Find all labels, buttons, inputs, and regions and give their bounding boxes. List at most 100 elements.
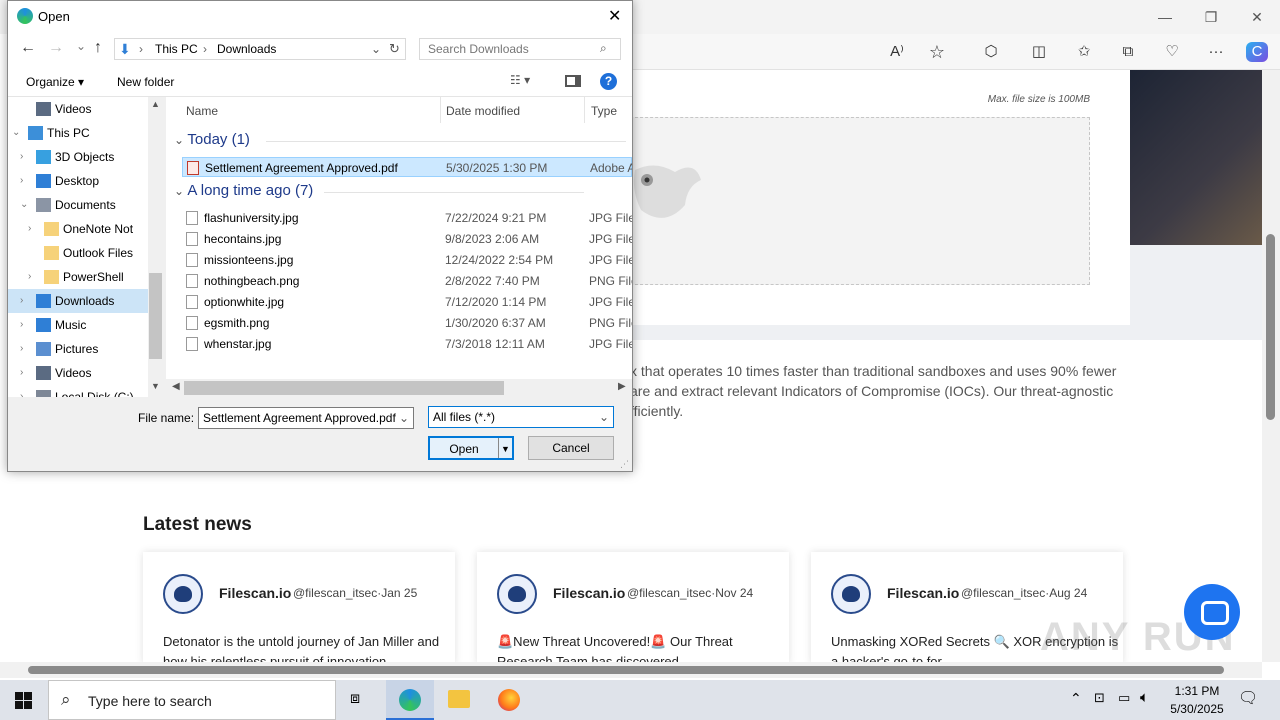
more-icon[interactable]: ··· bbox=[1205, 42, 1227, 62]
file-drop-zone[interactable] bbox=[630, 117, 1090, 285]
clock-date[interactable]: 5/30/2025 bbox=[1165, 702, 1229, 716]
expand-arrow-icon[interactable]: › bbox=[20, 313, 23, 337]
chevron-down-icon[interactable]: ⌄ bbox=[399, 408, 409, 428]
file-explorer-icon[interactable] bbox=[448, 690, 470, 708]
tree-item[interactable]: › 3D Objects bbox=[8, 145, 148, 169]
file-group-header[interactable]: ⌄ A long time ago (7) bbox=[174, 182, 584, 199]
tree-item[interactable]: › Downloads bbox=[8, 289, 148, 313]
file-row[interactable]: missionteens.jpg 12/24/2022 2:54 PM JPG Fi… bbox=[182, 250, 632, 270]
scroll-up-icon[interactable]: ▲ bbox=[151, 99, 160, 109]
performance-icon[interactable]: ♡ bbox=[1161, 42, 1183, 62]
page-horizontal-scrollbar[interactable] bbox=[0, 662, 1262, 678]
open-split-arrow[interactable]: ▼ bbox=[498, 438, 512, 458]
expand-arrow-icon[interactable]: › bbox=[28, 217, 31, 241]
tree-item[interactable]: › PowerShell bbox=[8, 265, 148, 289]
collapse-icon[interactable]: ⌄ bbox=[174, 133, 187, 147]
column-type[interactable]: Type bbox=[591, 104, 617, 118]
chevron-down-icon[interactable]: ⌄ bbox=[371, 42, 381, 56]
new-folder-button[interactable]: New folder bbox=[117, 75, 174, 89]
up-button[interactable]: ↑ bbox=[94, 39, 102, 57]
back-button[interactable]: ← bbox=[20, 39, 36, 57]
extensions-icon[interactable]: ⬡ bbox=[980, 42, 1002, 62]
tree-item[interactable]: › Desktop bbox=[8, 169, 148, 193]
file-name-input[interactable]: Settlement Agreement Approved.pdf ⌄ bbox=[198, 407, 414, 429]
forward-button[interactable]: → bbox=[48, 39, 64, 57]
tree-item[interactable]: Outlook Files bbox=[8, 241, 148, 265]
windows-start-icon[interactable] bbox=[15, 692, 32, 709]
expand-arrow-icon[interactable]: › bbox=[20, 289, 23, 313]
scroll-thumb[interactable] bbox=[28, 666, 1224, 674]
search-downloads-input[interactable]: Search Downloads ⌕ bbox=[419, 38, 621, 60]
maximize-button[interactable]: ❐ bbox=[1201, 8, 1221, 26]
ethernet-icon[interactable]: ▭ bbox=[1118, 690, 1130, 706]
volume-icon[interactable]: 🔈︎ bbox=[1140, 689, 1149, 706]
open-button[interactable]: Open ▼ bbox=[428, 436, 514, 460]
network-icon[interactable]: ⊡ bbox=[1094, 690, 1105, 706]
file-row[interactable]: flashuniversity.jpg 7/22/2024 9:21 PM JPG … bbox=[182, 208, 632, 228]
page-vertical-scrollbar[interactable] bbox=[1262, 70, 1280, 662]
tree-item[interactable]: › Music bbox=[8, 313, 148, 337]
file-row[interactable]: hecontains.jpg 9/8/2023 2:06 AM JPG File bbox=[182, 229, 632, 249]
address-path-bar[interactable]: ⬇ › This PC › Downloads ⌄ ↻ bbox=[114, 38, 406, 60]
file-row[interactable]: nothingbeach.png 2/8/2022 7:40 PM PNG File bbox=[182, 271, 632, 291]
tree-item[interactable]: › Local Disk (C:) bbox=[8, 385, 148, 397]
expand-arrow-icon[interactable]: › bbox=[20, 169, 23, 193]
tree-item[interactable]: ⌄ Documents bbox=[8, 193, 148, 217]
organize-button[interactable]: Organize ▾ bbox=[26, 75, 84, 89]
tree-item[interactable]: ⌄ This PC bbox=[8, 121, 148, 145]
scroll-left-icon[interactable]: ◀ bbox=[172, 381, 180, 392]
file-type-select[interactable]: All files (*.*) ⌄ bbox=[428, 406, 614, 428]
file-row[interactable]: optionwhite.jpg 7/12/2020 1:14 PM JPG File bbox=[182, 292, 632, 312]
scroll-down-icon[interactable]: ▼ bbox=[151, 381, 160, 391]
split-screen-icon[interactable]: ◫ bbox=[1028, 42, 1050, 62]
taskbar-search-box[interactable]: ⌕ Type here to search bbox=[48, 680, 336, 720]
path-downloads[interactable]: Downloads bbox=[217, 42, 276, 56]
scroll-thumb[interactable] bbox=[1266, 234, 1275, 420]
favorite-star-icon[interactable]: ☆ bbox=[926, 42, 948, 62]
file-group-header[interactable]: ⌄ Today (1) bbox=[174, 131, 626, 148]
tree-scroll-thumb[interactable] bbox=[149, 273, 162, 359]
collapse-icon[interactable]: ⌄ bbox=[174, 184, 187, 198]
path-this-pc[interactable]: This PC bbox=[155, 42, 198, 56]
file-row[interactable]: Settlement Agreement Approved.pdf 5/30/20… bbox=[182, 157, 632, 177]
edge-taskbar-button[interactable] bbox=[386, 680, 434, 720]
show-hidden-icons[interactable]: ⌃ bbox=[1070, 690, 1082, 707]
news-card[interactable]: Filescan.io @filescan_itsec·Jan 25 Deton… bbox=[143, 552, 455, 664]
collections-icon[interactable]: ⧉ bbox=[1117, 42, 1139, 62]
notifications-icon[interactable]: 🗨︎ bbox=[1238, 688, 1258, 708]
column-name[interactable]: Name bbox=[186, 104, 218, 118]
change-view-button[interactable]: ☷ ▾ bbox=[510, 73, 530, 87]
column-divider[interactable] bbox=[440, 97, 441, 123]
tree-item[interactable]: Videos bbox=[8, 97, 148, 121]
scroll-right-icon[interactable]: ▶ bbox=[618, 381, 626, 392]
close-dialog-button[interactable]: ✕ bbox=[608, 6, 621, 26]
file-row[interactable]: whenstar.jpg 7/3/2018 12:11 AM JPG File bbox=[182, 334, 632, 354]
expand-arrow-icon[interactable]: ⌄ bbox=[12, 121, 20, 145]
refresh-button[interactable]: ↻ bbox=[389, 41, 400, 57]
expand-arrow-icon[interactable]: ⌄ bbox=[20, 193, 28, 217]
file-row[interactable]: egsmith.png 1/30/2020 6:37 AM PNG File bbox=[182, 313, 632, 333]
expand-arrow-icon[interactable]: › bbox=[20, 337, 23, 361]
read-aloud-icon[interactable]: A⁾ bbox=[886, 42, 908, 62]
cancel-button[interactable]: Cancel bbox=[528, 436, 614, 460]
preview-pane-icon[interactable] bbox=[565, 75, 581, 87]
clock-time[interactable]: 1:31 PM bbox=[1165, 684, 1229, 698]
expand-arrow-icon[interactable]: › bbox=[20, 385, 23, 397]
favorites-icon[interactable]: ✩ bbox=[1073, 42, 1095, 62]
tree-item[interactable]: › Pictures bbox=[8, 337, 148, 361]
minimize-button[interactable]: — bbox=[1155, 8, 1175, 26]
expand-arrow-icon[interactable]: › bbox=[20, 361, 23, 385]
expand-arrow-icon[interactable]: › bbox=[28, 265, 31, 289]
chat-button[interactable] bbox=[1184, 584, 1240, 640]
copilot-icon[interactable]: C bbox=[1246, 42, 1268, 62]
task-view-icon[interactable]: ⧈ bbox=[350, 690, 360, 708]
help-icon[interactable]: ? bbox=[600, 73, 617, 90]
expand-arrow-icon[interactable]: › bbox=[20, 145, 23, 169]
recent-locations-button[interactable]: ⌄ bbox=[76, 39, 86, 53]
tree-item[interactable]: › Videos bbox=[8, 361, 148, 385]
file-list-scroll-thumb[interactable] bbox=[184, 381, 504, 395]
news-card[interactable]: Filescan.io @filescan_itsec·Nov 24 🚨New … bbox=[477, 552, 789, 664]
resize-grip-icon[interactable]: ⋰ bbox=[620, 459, 629, 470]
column-divider[interactable] bbox=[584, 97, 585, 123]
tree-item[interactable]: › OneNote Not bbox=[8, 217, 148, 241]
